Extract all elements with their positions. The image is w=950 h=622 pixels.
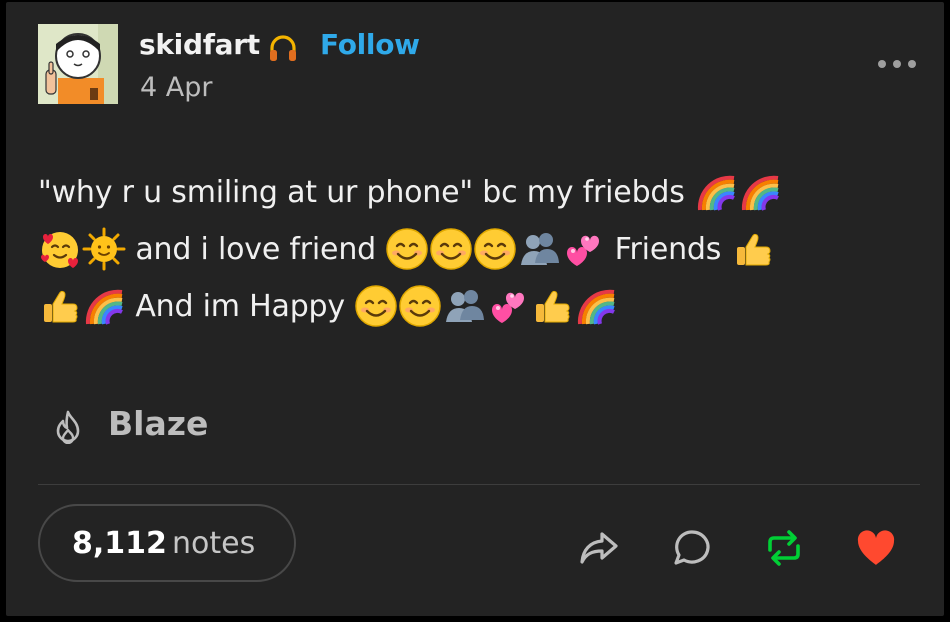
thumbs-up-emoji xyxy=(731,227,775,271)
post-line-2: and i love friend Friends xyxy=(38,221,918,278)
silhouettes-emoji xyxy=(517,227,561,271)
speech-bubble-icon[interactable] xyxy=(670,526,714,570)
post-date[interactable]: 4 Apr xyxy=(140,72,212,103)
notes-button[interactable]: 8,112 notes xyxy=(38,504,296,582)
smiling-face-emoji xyxy=(398,284,442,328)
rainbow-emoji xyxy=(574,284,618,328)
post-text: "why r u smiling at ur phone" bc my frie… xyxy=(38,175,685,210)
smiling-face-with-hearts-emoji xyxy=(38,227,82,271)
follow-button[interactable]: Follow xyxy=(320,28,420,61)
post-text: And im Happy xyxy=(135,289,345,324)
notes-label: notes xyxy=(172,526,256,561)
avatar[interactable] xyxy=(38,24,118,104)
rainbow-emoji xyxy=(694,170,738,214)
post-text: and i love friend xyxy=(135,232,376,267)
reblog-icon[interactable] xyxy=(762,526,806,570)
two-hearts-emoji xyxy=(561,227,605,271)
thumbs-up-emoji xyxy=(38,284,82,328)
rainbow-emoji xyxy=(738,170,782,214)
rainbow-emoji xyxy=(82,284,126,328)
blaze-label: Blaze xyxy=(108,404,209,443)
post-line-3: And im Happy xyxy=(38,278,918,335)
notes-count: 8,112 xyxy=(72,526,167,561)
more-options-icon[interactable] xyxy=(874,56,920,72)
smiling-face-emoji xyxy=(473,227,517,271)
silhouettes-emoji xyxy=(442,284,486,328)
smiling-face-emoji xyxy=(429,227,473,271)
divider xyxy=(38,484,920,485)
two-hearts-emoji xyxy=(486,284,530,328)
share-arrow-icon[interactable] xyxy=(578,526,622,570)
sun-with-face-emoji xyxy=(82,227,126,271)
post-text: Friends xyxy=(614,232,722,267)
blog-name[interactable]: skidfart xyxy=(139,28,260,61)
smiling-face-emoji xyxy=(385,227,429,271)
heart-icon[interactable] xyxy=(854,526,898,570)
post-card: skidfart Follow 4 Apr "why r u smiling a… xyxy=(6,2,944,616)
post-line-1: "why r u smiling at ur phone" bc my frie… xyxy=(38,164,918,221)
smiling-face-emoji xyxy=(354,284,398,328)
headphones-icon xyxy=(267,32,299,64)
flame-icon xyxy=(52,410,84,445)
post-body: "why r u smiling at ur phone" bc my frie… xyxy=(38,164,918,335)
thumbs-up-emoji xyxy=(530,284,574,328)
